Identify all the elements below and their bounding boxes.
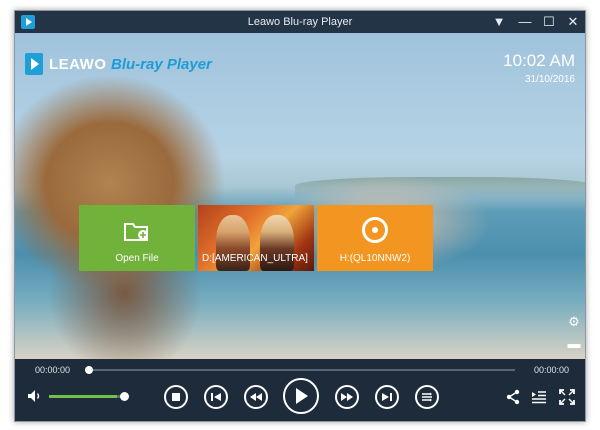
volume-icon[interactable] xyxy=(27,389,43,403)
elapsed-time: 00:00:00 xyxy=(35,365,71,375)
open-file-label: Open File xyxy=(115,253,159,264)
title-bar: Leawo Blu-ray Player ▼ — ☐ ✕ xyxy=(15,11,585,33)
repeat-list-icon xyxy=(422,392,432,402)
skip-next-icon xyxy=(382,393,392,401)
logo-brand: LEAWO xyxy=(49,56,107,73)
rewind-button[interactable] xyxy=(244,385,268,409)
skip-previous-icon xyxy=(211,393,221,401)
volume-level xyxy=(49,395,118,398)
previous-button[interactable] xyxy=(204,385,228,409)
drive-h-tile[interactable]: H:(QL10NNW2) xyxy=(317,205,433,271)
seek-bar[interactable] xyxy=(87,369,515,371)
video-area[interactable]: LEAWO Blu-ray Player 10:02 AM 31/10/2016… xyxy=(15,33,585,359)
disc-d-label: D:[AMERICAN_ULTRA] xyxy=(202,253,308,264)
rewind-icon xyxy=(250,393,262,401)
seek-thumb[interactable] xyxy=(85,366,93,374)
next-button[interactable] xyxy=(375,385,399,409)
volume-thumb[interactable] xyxy=(120,392,129,401)
fullscreen-icon[interactable] xyxy=(559,389,575,405)
clock: 10:02 AM 31/10/2016 xyxy=(503,51,575,85)
total-time: 00:00:00 xyxy=(533,365,569,375)
playlist-icon[interactable] xyxy=(531,389,547,405)
control-bar: 00:00:00 00:00:00 xyxy=(15,359,585,421)
folder-add-icon xyxy=(124,223,148,241)
open-file-tile[interactable]: Open File xyxy=(79,205,195,271)
playlist-mode-button[interactable] xyxy=(415,385,439,409)
menu-dropdown-button[interactable]: ▼ xyxy=(489,13,509,31)
stop-button[interactable] xyxy=(164,385,188,409)
fast-forward-icon xyxy=(341,393,353,401)
stop-icon xyxy=(172,393,180,401)
play-button[interactable] xyxy=(283,378,319,414)
share-icon[interactable] xyxy=(505,389,521,405)
player-window: Leawo Blu-ray Player ▼ — ☐ ✕ LEAWO Blu-r… xyxy=(14,10,586,422)
drive-h-label: H:(QL10NNW2) xyxy=(339,253,411,264)
logo-product: Blu-ray Player xyxy=(111,56,212,73)
logo-play-icon xyxy=(25,53,43,75)
subtitle-icon[interactable]: ▬ xyxy=(567,337,581,351)
disc-icon xyxy=(362,217,388,243)
minimize-button[interactable]: — xyxy=(515,13,535,31)
play-icon xyxy=(296,388,308,404)
maximize-button[interactable]: ☐ xyxy=(539,13,559,31)
disc-d-tile[interactable]: D:[AMERICAN_ULTRA] xyxy=(198,205,314,271)
close-button[interactable]: ✕ xyxy=(563,13,583,31)
clock-time: 10:02 AM xyxy=(503,51,575,70)
settings-gear-icon[interactable]: ⚙ xyxy=(567,315,581,329)
volume-slider[interactable] xyxy=(49,395,125,398)
clock-date: 31/10/2016 xyxy=(524,74,575,85)
fast-forward-button[interactable] xyxy=(335,385,359,409)
